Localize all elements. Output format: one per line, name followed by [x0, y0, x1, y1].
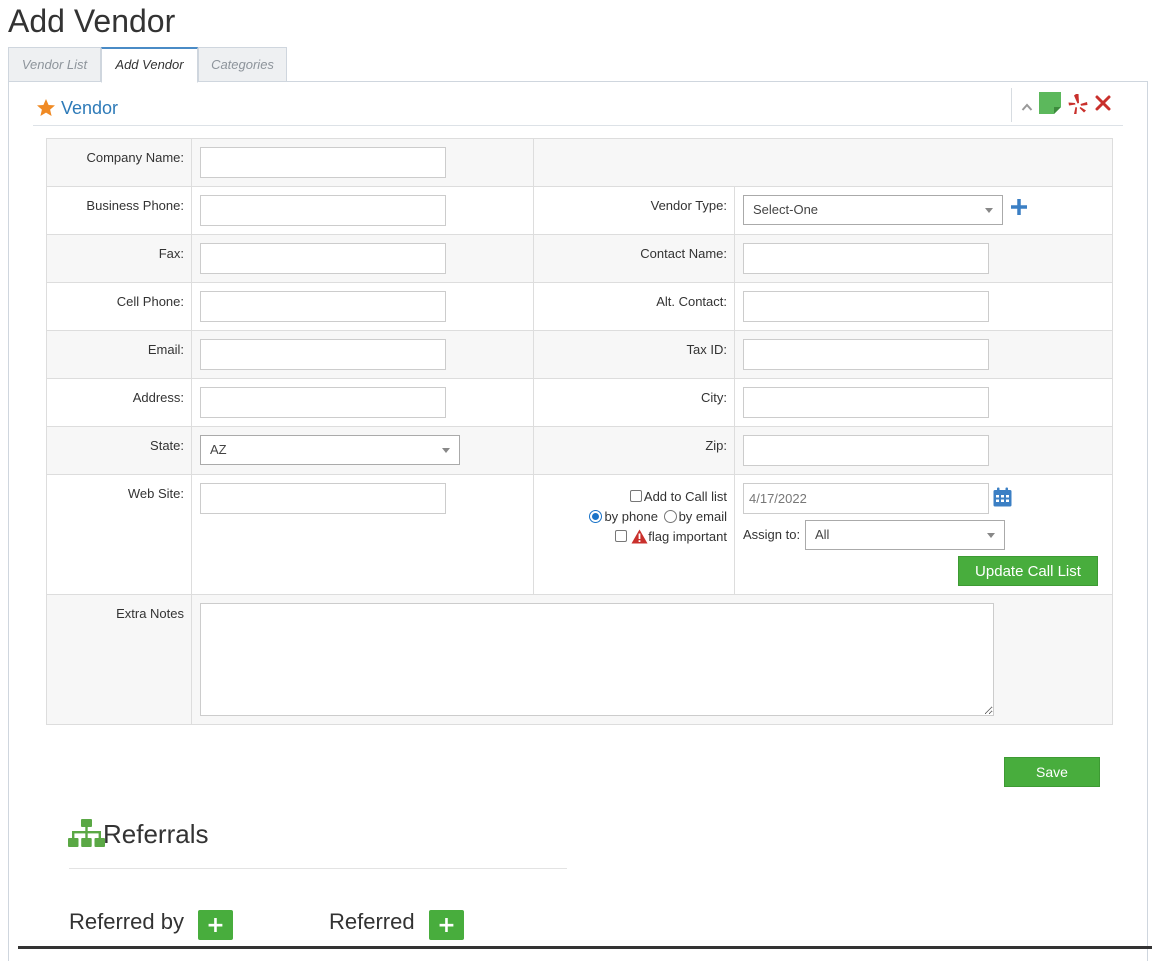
- call-list-details: 4/17/2022 Assign to: All Update Call Lis…: [734, 474, 1113, 595]
- business-phone-input[interactable]: [200, 195, 446, 226]
- flag-important-checkbox[interactable]: [615, 530, 628, 542]
- assign-to-value: All: [815, 527, 830, 542]
- panel-title: Vendor: [61, 98, 119, 118]
- flag-important-label: flag important: [648, 529, 727, 544]
- city-label: City:: [533, 378, 735, 427]
- contact-name-input[interactable]: [743, 243, 989, 274]
- form-row-business-phone: Business Phone: Vendor Type: Select-One: [46, 186, 1113, 235]
- add-to-call-list-checkbox[interactable]: [629, 490, 642, 502]
- contact-name-label: Contact Name:: [533, 234, 735, 283]
- email-label: Email:: [46, 330, 192, 379]
- add-to-call-list-option: Add to Call list: [589, 487, 727, 507]
- form-row-cell-phone: Cell Phone: Alt. Contact:: [46, 282, 1113, 331]
- company-name-input[interactable]: [200, 147, 446, 178]
- by-phone-label: by phone: [604, 509, 658, 524]
- business-phone-label: Business Phone:: [46, 186, 192, 235]
- close-icon[interactable]: [1095, 95, 1111, 111]
- call-date-input[interactable]: 4/17/2022: [743, 483, 989, 514]
- referred-title: Referred: [329, 909, 415, 934]
- form-row-state: State: AZ Zip:: [46, 426, 1113, 475]
- web-site-label: Web Site:: [46, 474, 192, 595]
- form-row-notes: Extra Notes: [46, 594, 1113, 725]
- fax-input[interactable]: [200, 243, 446, 274]
- chevron-down-icon: [987, 533, 995, 538]
- vendor-type-label: Vendor Type:: [533, 186, 735, 235]
- panel-header: Vendor: [33, 88, 1123, 126]
- email-input[interactable]: [200, 339, 446, 370]
- contact-method-options: by phone by email: [589, 507, 727, 527]
- referrals-title: Referrals: [103, 819, 209, 849]
- tax-id-input[interactable]: [743, 339, 989, 370]
- page-title: Add Vendor: [8, 3, 176, 39]
- extra-notes-textarea[interactable]: [200, 603, 994, 716]
- city-input[interactable]: [743, 387, 989, 418]
- vendor-form: Company Name: Business Phone: Vendor Typ…: [46, 138, 1113, 725]
- tab-vendor-list[interactable]: Vendor List: [8, 47, 101, 82]
- by-email-label: by email: [678, 509, 727, 524]
- chevron-up-icon[interactable]: [1021, 102, 1033, 112]
- assign-to-select[interactable]: All: [805, 520, 1005, 550]
- save-button[interactable]: Save: [1004, 757, 1100, 787]
- tax-id-label: Tax ID:: [533, 330, 735, 379]
- flag-important-option: flag important: [589, 527, 727, 547]
- vendor-type-select[interactable]: Select-One: [743, 195, 1003, 225]
- zip-input[interactable]: [743, 435, 989, 466]
- sitemap-icon: [68, 819, 105, 847]
- star-icon: [37, 99, 55, 116]
- call-list-options: Add to Call list by phone by email flag …: [533, 474, 735, 595]
- state-label: State:: [46, 426, 192, 475]
- web-site-input[interactable]: [200, 483, 446, 514]
- form-row-email: Email: Tax ID:: [46, 330, 1113, 379]
- company-name-label: Company Name:: [46, 138, 192, 187]
- extra-notes-label: Extra Notes: [46, 594, 192, 725]
- zip-label: Zip:: [533, 426, 735, 475]
- by-phone-radio[interactable]: [589, 510, 603, 523]
- header-divider: [1011, 88, 1012, 122]
- tab-add-vendor[interactable]: Add Vendor: [101, 47, 198, 83]
- chevron-down-icon: [442, 448, 450, 453]
- by-email-radio[interactable]: [663, 510, 677, 523]
- referrals-divider: [69, 868, 567, 869]
- address-input[interactable]: [200, 387, 446, 418]
- calendar-icon[interactable]: [993, 487, 1012, 507]
- add-to-call-list-label: Add to Call list: [643, 489, 727, 504]
- tab-categories[interactable]: Categories: [198, 47, 287, 82]
- chevron-down-icon: [985, 208, 993, 213]
- cell-phone-label: Cell Phone:: [46, 282, 192, 331]
- assign-to-label: Assign to:: [743, 527, 801, 542]
- form-row-website: Web Site: Add to Call list by phone by e…: [46, 474, 1113, 595]
- empty-cell: [533, 138, 1113, 187]
- fax-label: Fax:: [46, 234, 192, 283]
- state-select[interactable]: AZ: [200, 435, 460, 465]
- add-referred-by-button[interactable]: +: [198, 910, 233, 940]
- vendor-type-value: Select-One: [753, 202, 819, 217]
- alt-contact-input[interactable]: [743, 291, 989, 322]
- referred-by-title: Referred by: [69, 909, 184, 934]
- form-row-fax: Fax: Contact Name:: [46, 234, 1113, 283]
- cell-phone-input[interactable]: [200, 291, 446, 322]
- add-vendor-type-icon[interactable]: [1010, 198, 1028, 216]
- alt-contact-label: Alt. Contact:: [533, 282, 735, 331]
- form-row-address: Address: City:: [46, 378, 1113, 427]
- form-row-company: Company Name:: [46, 138, 1113, 187]
- state-value: AZ: [210, 442, 227, 457]
- yelp-icon[interactable]: [1068, 93, 1088, 115]
- add-referred-button[interactable]: +: [429, 910, 464, 940]
- address-label: Address:: [46, 378, 192, 427]
- sticky-note-icon[interactable]: [1039, 92, 1061, 114]
- call-list-controls: Add to Call list by phone by email flag …: [589, 487, 727, 547]
- warning-icon: [631, 529, 648, 544]
- update-call-list-button[interactable]: Update Call List: [958, 556, 1098, 586]
